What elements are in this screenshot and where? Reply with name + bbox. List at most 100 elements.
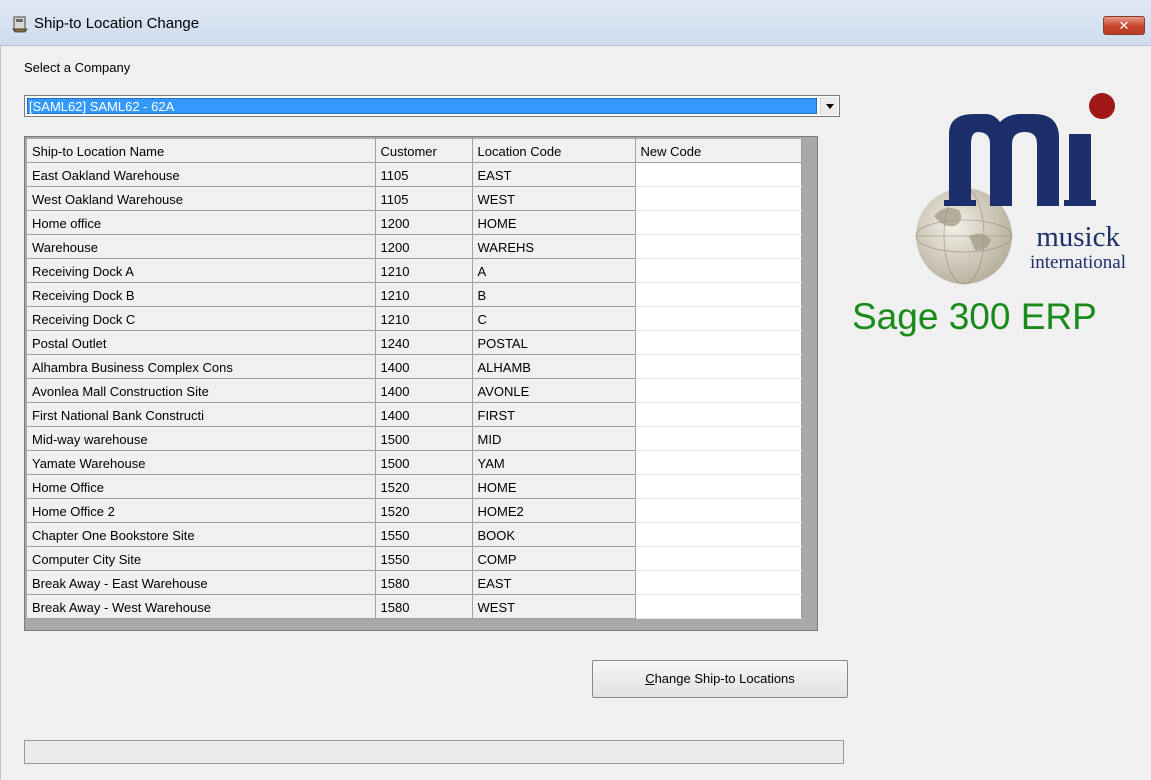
cell-customer: 1105 <box>375 162 473 187</box>
cell-location-code: MID <box>472 426 636 451</box>
cell-new-code[interactable] <box>635 402 802 427</box>
table-row[interactable]: Warehouse 1200 WAREHS <box>27 234 802 259</box>
cell-location-name: Avonlea Mall Construction Site <box>27 378 376 403</box>
cell-new-code[interactable] <box>635 522 802 547</box>
table-row[interactable]: Receiving Dock C 1210 C <box>27 306 802 331</box>
cell-location-name: Chapter One Bookstore Site <box>27 522 376 547</box>
progress-bar <box>24 740 844 764</box>
grid-body: East Oakland Warehouse 1105 EAST West Oakla… <box>27 162 802 619</box>
cell-location-code: YAM <box>472 450 636 475</box>
cell-customer: 1500 <box>375 450 473 475</box>
table-row[interactable]: First National Bank Constructi 1400 FIRST <box>27 402 802 427</box>
cell-location-code: HOME <box>472 474 636 499</box>
close-button[interactable]: ✕ <box>1103 16 1145 35</box>
cell-customer: 1210 <box>375 258 473 283</box>
cell-customer: 1550 <box>375 522 473 547</box>
cell-location-code: HOME <box>472 210 636 235</box>
change-ship-to-locations-button[interactable]: Change Ship-to Locations <box>592 660 848 698</box>
cell-location-code: C <box>472 306 636 331</box>
cell-new-code[interactable] <box>635 570 802 595</box>
cell-location-name: West Oakland Warehouse <box>27 186 376 211</box>
musick-international-logo: musick international <box>915 93 1126 285</box>
table-row[interactable]: Mid-way warehouse 1500 MID <box>27 426 802 451</box>
cell-location-code: B <box>472 282 636 307</box>
table-row[interactable]: Postal Outlet 1240 POSTAL <box>27 330 802 355</box>
company-dropdown[interactable]: [SAML62] SAML62 - 62A <box>24 95 840 117</box>
cell-new-code[interactable] <box>635 258 802 283</box>
column-header-new-code[interactable]: New Code <box>635 139 802 163</box>
cell-location-name: Receiving Dock C <box>27 306 376 331</box>
cell-customer: 1210 <box>375 306 473 331</box>
cell-customer: 1580 <box>375 594 473 619</box>
cell-new-code[interactable] <box>635 450 802 475</box>
cell-new-code[interactable] <box>635 594 802 619</box>
cell-location-name: East Oakland Warehouse <box>27 162 376 187</box>
cell-customer: 1400 <box>375 402 473 427</box>
table-row[interactable]: Break Away - West Warehouse 1580 WEST <box>27 594 802 619</box>
cell-customer: 1240 <box>375 330 473 355</box>
cell-new-code[interactable] <box>635 282 802 307</box>
cell-location-name: Receiving Dock B <box>27 282 376 307</box>
cell-location-code: ALHAMB <box>472 354 636 379</box>
table-row[interactable]: Avonlea Mall Construction Site 1400 AVONLE <box>27 378 802 403</box>
cell-new-code[interactable] <box>635 426 802 451</box>
column-header-location-name[interactable]: Ship-to Location Name <box>27 139 376 163</box>
table-row[interactable]: Alhambra Business Complex Cons 1400 ALHAMB <box>27 354 802 379</box>
cell-location-code: COMP <box>472 546 636 571</box>
cell-customer: 1200 <box>375 234 473 259</box>
cell-location-code: FIRST <box>472 402 636 427</box>
table-row[interactable]: Home office 1200 HOME <box>27 210 802 235</box>
cell-new-code[interactable] <box>635 162 802 187</box>
cell-location-code: BOOK <box>472 522 636 547</box>
cell-customer: 1520 <box>375 498 473 523</box>
cell-new-code[interactable] <box>635 498 802 523</box>
cell-location-code: WAREHS <box>472 234 636 259</box>
table-row[interactable]: Break Away - East Warehouse 1580 EAST <box>27 570 802 595</box>
column-header-customer[interactable]: Customer <box>375 139 473 163</box>
close-icon: ✕ <box>1118 18 1130 33</box>
cell-customer: 1580 <box>375 570 473 595</box>
cell-location-code: EAST <box>472 162 636 187</box>
cell-location-code: EAST <box>472 570 636 595</box>
cell-customer: 1210 <box>375 282 473 307</box>
column-header-location-code[interactable]: Location Code <box>472 139 636 163</box>
cell-location-code: AVONLE <box>472 378 636 403</box>
grid-table: Ship-to Location Name Customer Location … <box>27 139 802 619</box>
cell-location-code: WEST <box>472 594 636 619</box>
table-row[interactable]: Computer City Site 1550 COMP <box>27 546 802 571</box>
table-row[interactable]: Chapter One Bookstore Site 1550 BOOK <box>27 522 802 547</box>
ship-to-location-change-window: Ship-to Location Change ✕ Select a Compa… <box>0 0 1151 780</box>
cell-new-code[interactable] <box>635 210 802 235</box>
cell-new-code[interactable] <box>635 306 802 331</box>
window-title: Ship-to Location Change <box>34 15 200 32</box>
table-row[interactable]: East Oakland Warehouse 1105 EAST <box>27 162 802 187</box>
cell-new-code[interactable] <box>635 474 802 499</box>
cell-location-name: Alhambra Business Complex Cons <box>27 354 376 379</box>
cell-new-code[interactable] <box>635 546 802 571</box>
cell-location-name: First National Bank Constructi <box>27 402 376 427</box>
table-row[interactable]: West Oakland Warehouse 1105 WEST <box>27 186 802 211</box>
cell-location-name: Break Away - West Warehouse <box>27 594 376 619</box>
cell-customer: 1520 <box>375 474 473 499</box>
chevron-down-icon[interactable] <box>820 97 838 115</box>
cell-new-code[interactable] <box>635 354 802 379</box>
cell-location-name: Yamate Warehouse <box>27 450 376 475</box>
cell-location-code: POSTAL <box>472 330 636 355</box>
cell-new-code[interactable] <box>635 234 802 259</box>
cell-location-name: Mid-way warehouse <box>27 426 376 451</box>
cell-customer: 1550 <box>375 546 473 571</box>
table-row[interactable]: Yamate Warehouse 1500 YAM <box>27 450 802 475</box>
cell-new-code[interactable] <box>635 378 802 403</box>
company-dropdown-value: [SAML62] SAML62 - 62A <box>27 98 817 114</box>
title-bar[interactable]: Ship-to Location Change ✕ <box>0 0 1151 46</box>
cell-location-code: HOME2 <box>472 498 636 523</box>
table-row[interactable]: Home Office 1520 HOME <box>27 474 802 499</box>
cell-location-name: Warehouse <box>27 234 376 259</box>
table-row[interactable]: Receiving Dock B 1210 B <box>27 282 802 307</box>
table-row[interactable]: Receiving Dock A 1210 A <box>27 258 802 283</box>
logo-word-international: international <box>1030 252 1126 273</box>
cell-new-code[interactable] <box>635 186 802 211</box>
cell-new-code[interactable] <box>635 330 802 355</box>
table-row[interactable]: Home Office 2 1520 HOME2 <box>27 498 802 523</box>
ship-to-locations-grid[interactable]: Ship-to Location Name Customer Location … <box>24 136 818 631</box>
